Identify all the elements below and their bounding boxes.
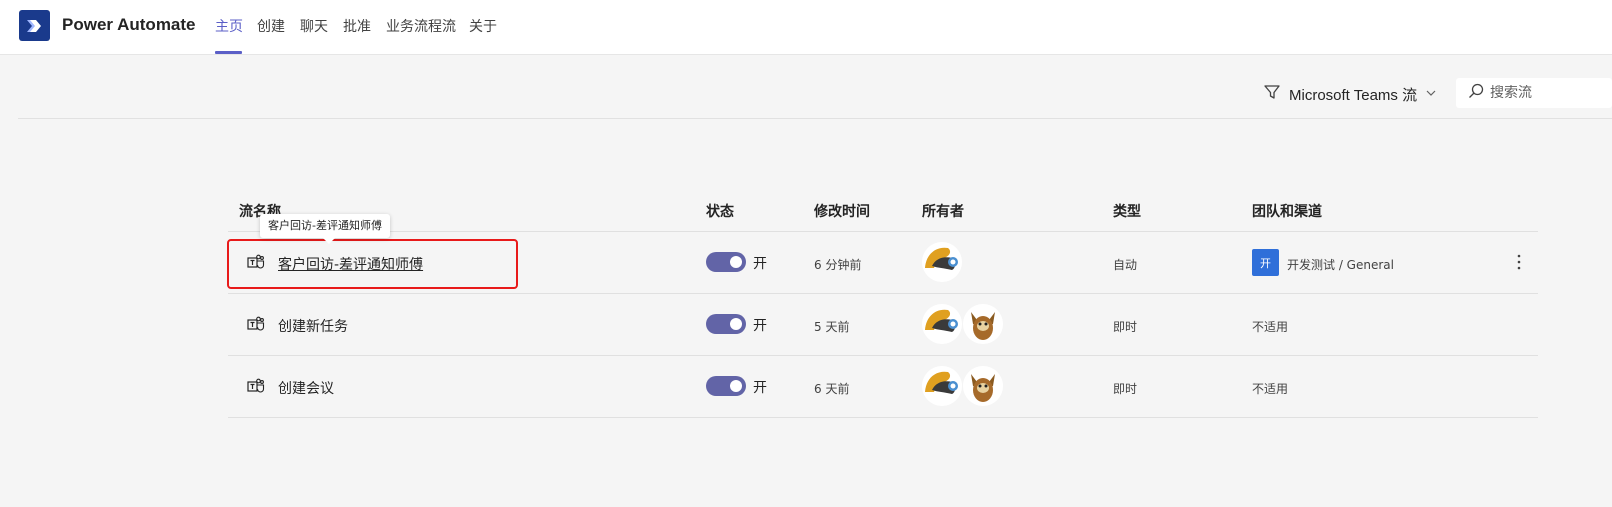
status-toggle[interactable] [706,376,746,396]
flow-filter-dropdown[interactable]: Microsoft Teams 流 [1263,84,1445,104]
filter-label: Microsoft Teams 流 [1289,86,1418,104]
filter-icon [1263,83,1289,105]
flow-type: 即时 [1113,382,1138,396]
owner-avatar[interactable] [922,242,962,282]
flow-type: 即时 [1113,320,1138,334]
status-toggle[interactable] [706,314,746,334]
team-badge: 开 [1252,249,1279,276]
owner-avatar[interactable] [963,366,1003,406]
tab-create[interactable]: 创建 [257,18,285,36]
tab-chat[interactable]: 聊天 [300,18,328,36]
row-divider [228,355,1538,356]
teams-icon [247,316,265,332]
header-divider [228,231,1538,232]
tab-about[interactable]: 关于 [469,18,497,36]
column-header-team-channel[interactable]: 团队和渠道 [1252,201,1322,221]
status-label: 开 [753,380,767,396]
owner-avatar[interactable] [922,366,962,406]
column-header-modified[interactable]: 修改时间 [814,201,870,221]
more-options-icon[interactable] [1513,253,1525,271]
row-divider [228,417,1538,418]
chevron-down-icon [1425,86,1445,103]
column-header-type[interactable]: 类型 [1113,201,1141,221]
search-icon [1456,83,1490,103]
team-channel: 不适用 [1252,320,1289,334]
owner-avatar[interactable] [922,304,962,344]
status-toggle[interactable] [706,252,746,272]
flow-type: 自动 [1113,258,1138,272]
highlight-box [227,239,518,289]
search-input[interactable] [1490,85,1600,101]
app-title: Power Automate [62,15,196,34]
teams-icon [247,378,265,394]
search-flows[interactable] [1456,78,1612,108]
flow-name-tooltip: 客户回访-差评通知师傅 [260,214,390,244]
owner-avatar[interactable] [963,304,1003,344]
modified-time: 5 天前 [814,320,850,334]
tab-home[interactable]: 主页 [215,18,243,36]
flow-name[interactable]: 创建会议 [278,378,334,398]
column-header-status[interactable]: 状态 [706,201,734,221]
active-tab-indicator [215,51,242,54]
flow-name[interactable]: 创建新任务 [278,316,348,336]
status-label: 开 [753,256,767,272]
power-automate-logo [19,10,50,41]
tab-business-process-flows[interactable]: 业务流程流 [386,18,456,36]
team-channel: 开发测试 / General [1287,258,1394,272]
column-header-owners[interactable]: 所有者 [922,201,964,221]
status-label: 开 [753,318,767,334]
row-divider [228,293,1538,294]
modified-time: 6 天前 [814,382,850,396]
tab-approvals[interactable]: 批准 [343,18,371,36]
modified-time: 6 分钟前 [814,258,862,272]
team-channel: 不适用 [1252,382,1289,396]
